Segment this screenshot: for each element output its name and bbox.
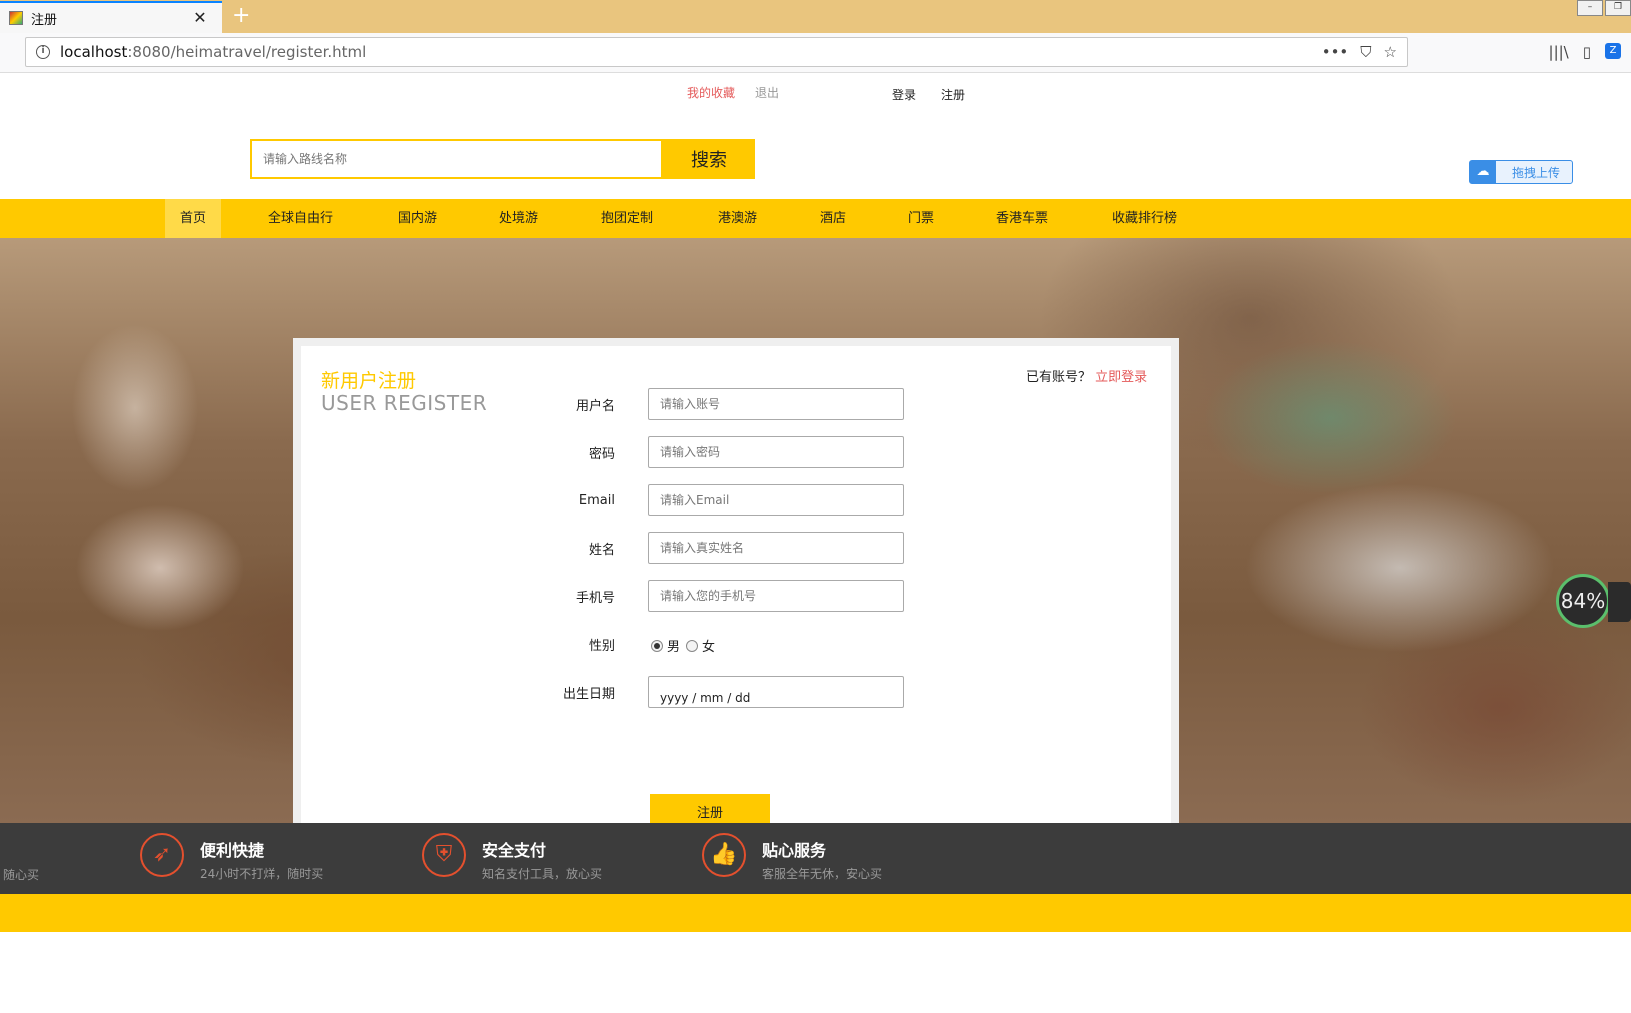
nav-item-outbound[interactable]: 处境游 (484, 199, 553, 238)
name-input[interactable] (648, 532, 904, 564)
birthday-row: 出生日期 yyyy / mm / dd (531, 676, 911, 708)
register-title-cn: 新用户注册 (321, 370, 417, 392)
browser-tab-bar: 注册 ✕ + – ❐ (0, 0, 1631, 33)
window-controls: – ❐ (1575, 0, 1631, 16)
name-label: 姓名 (588, 542, 615, 558)
toolbar-right: |||\ ▯ Z (1549, 43, 1621, 61)
gender-male-label: 男 (667, 640, 681, 655)
search-input[interactable] (250, 139, 663, 179)
new-tab-icon[interactable]: + (232, 4, 250, 28)
main-nav: 首页 全球自由行 国内游 处境游 抱团定制 港澳游 酒店 门票 香港车票 收藏排… (0, 199, 1631, 238)
gender-label: 性别 (588, 638, 615, 654)
my-favorites-link[interactable]: 我的收藏 (687, 84, 735, 101)
gender-row: 性别 男 女 (531, 628, 911, 660)
address-bar[interactable]: i localhost:8080/heimatravel/register.ht… (25, 37, 1408, 67)
name-row: 姓名 (531, 532, 911, 564)
minimize-icon[interactable]: – (1577, 0, 1603, 16)
register-card: 新用户注册 USER REGISTER 已有账号？ 立即登录 用户名 密码 Em… (293, 338, 1179, 872)
top-links: 我的收藏 退出 登录 注册 (0, 82, 1631, 102)
nav-item-tickets[interactable]: 门票 (893, 199, 949, 238)
tab-title: 注册 (31, 12, 58, 28)
phone-label: 手机号 (575, 590, 615, 606)
gender-female-radio[interactable] (686, 639, 699, 652)
username-input[interactable] (648, 388, 904, 420)
username-row: 用户名 (531, 388, 911, 420)
phone-row: 手机号 (531, 580, 911, 612)
sidebar-icon[interactable]: ▯ (1583, 43, 1591, 61)
nav-item-hk-bus[interactable]: 香港车票 (981, 199, 1063, 238)
browser-tab[interactable]: 注册 ✕ (0, 1, 222, 33)
bottom-strip (0, 894, 1631, 932)
page: 我的收藏 退出 登录 注册 搜索 ☁ 拖拽上传 首页 全球自由行 国内游 处境游… (0, 74, 1631, 1013)
logout-link[interactable]: 退出 (755, 84, 779, 101)
nav-item-ranking[interactable]: 收藏排行榜 (1097, 199, 1192, 238)
nav-item-domestic[interactable]: 国内游 (383, 199, 452, 238)
shield-icon: ⛨ (422, 833, 466, 877)
page-actions-icon[interactable]: ••• (1322, 43, 1349, 61)
feature-cut-text: 随心买 (3, 868, 40, 882)
restore-icon[interactable]: ❐ (1605, 0, 1631, 16)
birthday-label: 出生日期 (562, 686, 615, 702)
network-speed-widget[interactable]: 84% (1556, 574, 1610, 628)
url-actions: ••• ⛉ ☆ (1322, 43, 1397, 61)
gender-radio-group: 男 女 (651, 636, 721, 655)
username-label: 用户名 (575, 398, 615, 414)
info-icon[interactable]: i (36, 45, 50, 59)
speed-widget-side (1608, 582, 1631, 622)
register-title-en: USER REGISTER (321, 391, 488, 415)
password-label: 密码 (588, 446, 615, 462)
nav-item-group-custom[interactable]: 抱团定制 (586, 199, 668, 238)
feature-desc: 24小时不打烊，随时买 (200, 867, 324, 881)
rocket-icon: ➶ (140, 833, 184, 877)
nav-item-hk-macau[interactable]: 港澳游 (703, 199, 772, 238)
pocket-icon[interactable]: ⛉ (1360, 43, 1371, 61)
login-now-link[interactable]: 立即登录 (1095, 370, 1147, 385)
login-link[interactable]: 登录 (892, 86, 916, 103)
features-bar: 随心买 ➶ 便利快捷 24小时不打烊，随时买 ⛨ 安全支付 知名支付工具，放心买… (0, 823, 1631, 894)
url-text[interactable]: localhost:8080/heimatravel/register.html (60, 43, 366, 61)
gender-female-label: 女 (702, 640, 716, 655)
library-icon[interactable]: |||\ (1549, 43, 1569, 61)
password-row: 密码 (531, 436, 911, 468)
search-bar: 搜索 (250, 139, 755, 179)
close-icon[interactable]: ✕ (192, 10, 208, 26)
drag-upload-button[interactable]: ☁ 拖拽上传 (1469, 160, 1573, 184)
feature-desc: 客服全年无休，安心买 (762, 867, 883, 881)
bookmark-star-icon[interactable]: ☆ (1384, 43, 1397, 61)
cloud-icon: ☁ (1470, 161, 1496, 183)
phone-input[interactable] (648, 580, 904, 612)
nav-item-global[interactable]: 全球自由行 (253, 199, 348, 238)
feature-title: 贴心服务 (762, 841, 827, 860)
upload-label: 拖拽上传 (1512, 165, 1561, 180)
have-account-text: 已有账号？ 立即登录 (1026, 370, 1148, 385)
email-label: Email (578, 492, 615, 508)
thumbs-up-icon: 👍 (702, 833, 746, 877)
favicon-icon (9, 11, 23, 25)
extension-icon[interactable]: Z (1605, 43, 1621, 59)
email-row: Email (531, 484, 911, 516)
gender-male-radio[interactable] (651, 639, 663, 652)
password-input[interactable] (648, 436, 904, 468)
nav-item-home[interactable]: 首页 (165, 199, 222, 238)
feature-desc: 知名支付工具，放心买 (482, 867, 603, 881)
feature-title: 安全支付 (482, 841, 547, 860)
nav-item-hotel[interactable]: 酒店 (805, 199, 861, 238)
birthday-input[interactable]: yyyy / mm / dd (648, 676, 904, 708)
register-link[interactable]: 注册 (941, 86, 965, 103)
search-button[interactable]: 搜索 (663, 139, 755, 179)
browser-toolbar: i localhost:8080/heimatravel/register.ht… (0, 33, 1631, 73)
feature-title: 便利快捷 (200, 841, 265, 860)
email-input[interactable] (648, 484, 904, 516)
